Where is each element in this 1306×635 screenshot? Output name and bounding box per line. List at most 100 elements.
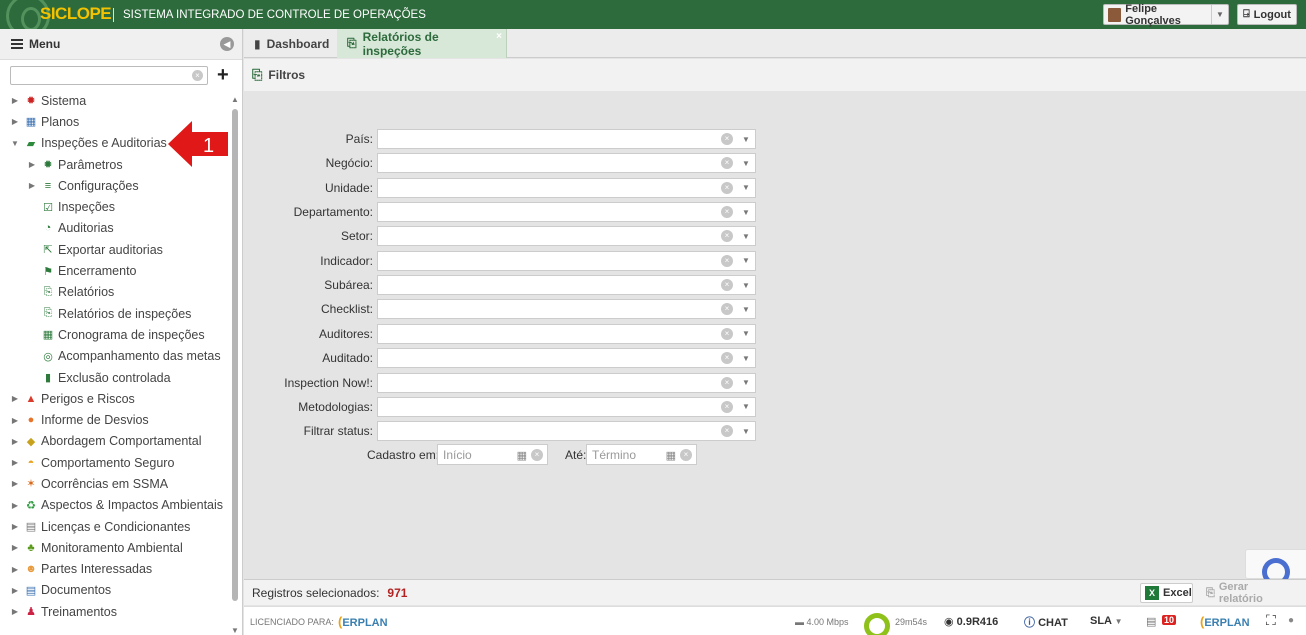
clear-icon[interactable]: × <box>721 230 733 243</box>
chevron-down-icon[interactable]: ▼ <box>737 179 755 197</box>
chevron-down-icon[interactable]: ▼ <box>737 252 755 270</box>
sidebar-item[interactable]: ▶ ♣ Monitoramento Ambiental <box>0 537 230 558</box>
docs-icon: ▤ <box>25 584 37 597</box>
sidebar-item-label: Relatórios de inspeções <box>58 306 192 321</box>
clear-icon[interactable]: × <box>721 425 733 438</box>
caret-right-icon[interactable]: ▶ <box>10 437 20 446</box>
start-date-input[interactable]: Início ▦ × <box>437 444 548 465</box>
caret-right-icon[interactable]: ▶ <box>10 586 20 595</box>
filter-select[interactable]: × ▼ <box>377 421 756 442</box>
sidebar-item[interactable]: ▶ ♻ Aspectos & Impactos Ambientais <box>0 495 230 516</box>
clear-icon[interactable]: × <box>721 254 733 267</box>
filter-label: Checklist: <box>320 302 373 317</box>
filter-select[interactable]: × ▼ <box>377 323 756 344</box>
folder-icon: ▰ <box>26 137 36 150</box>
end-date-input[interactable]: Término ▦ × <box>586 444 697 465</box>
excel-button[interactable]: X Excel <box>1140 583 1193 603</box>
filter-select[interactable]: × ▼ <box>377 226 756 247</box>
recaptcha-badge[interactable] <box>1245 549 1306 586</box>
sidebar-item[interactable]: ▶ ▤ Documentos <box>0 580 230 601</box>
sidebar-item-label: Exportar auditorias <box>58 242 163 257</box>
calendar-icon[interactable]: ▦ <box>517 449 527 462</box>
add-button[interactable]: + <box>217 65 229 85</box>
collapse-sidebar-icon[interactable]: ◀ <box>220 37 234 51</box>
sidebar-item[interactable]: ▶ ✶ Ocorrências em SSMA <box>0 473 230 494</box>
chevron-down-icon[interactable]: ▼ <box>737 300 755 318</box>
schedule-icon: ▦ <box>42 329 54 342</box>
sla-dropdown[interactable]: SLA ▼ <box>1090 615 1123 627</box>
user-menu-button[interactable]: Felipe Gonçalves ▼ <box>1103 3 1229 27</box>
chevron-down-icon[interactable]: ▼ <box>737 203 755 221</box>
scroll-up-icon[interactable]: ▲ <box>231 95 239 104</box>
clear-icon[interactable]: × <box>721 400 733 413</box>
caret-right-icon[interactable]: ▶ <box>10 522 20 531</box>
filter-select[interactable]: × ▼ <box>377 177 756 198</box>
caret-right-icon[interactable]: ▶ <box>10 416 20 425</box>
caret-right-icon[interactable]: ▶ <box>27 181 37 190</box>
chat-button[interactable]: ⓘ CHAT <box>1024 614 1068 630</box>
generate-report-button[interactable]: ⎘ Gerar relatório <box>1202 581 1292 605</box>
clear-icon[interactable]: × <box>192 69 203 81</box>
caret-down-icon[interactable]: ▼ <box>10 139 20 148</box>
calendar-icon[interactable]: ▦ <box>666 449 676 462</box>
logout-button[interactable]: ⍈ Logout <box>1237 4 1297 25</box>
caret-right-icon[interactable]: ▶ <box>10 565 20 574</box>
hamburger-icon[interactable] <box>11 39 23 49</box>
filter-select[interactable]: × ▼ <box>377 396 756 417</box>
caret-right-icon[interactable]: ▶ <box>10 117 20 126</box>
chevron-down-icon[interactable]: ▼ <box>737 398 755 416</box>
calculator-icon[interactable]: ▤ <box>1146 615 1156 628</box>
chevron-down-icon[interactable]: ▼ <box>737 349 755 367</box>
chevron-down-icon[interactable]: ▼ <box>1210 5 1228 24</box>
chevron-down-icon[interactable]: ▼ <box>737 374 755 392</box>
menu-search-input[interactable]: × <box>10 65 208 85</box>
close-icon[interactable]: × <box>496 31 502 42</box>
chevron-down-icon[interactable]: ▼ <box>737 325 755 343</box>
filter-select[interactable]: × ▼ <box>377 129 756 149</box>
clear-icon[interactable]: × <box>721 279 733 292</box>
caret-right-icon[interactable]: ▶ <box>10 501 20 510</box>
chevron-down-icon[interactable]: ▼ <box>737 227 755 245</box>
clear-icon[interactable]: × <box>721 206 733 219</box>
scroll-down-icon[interactable]: ▼ <box>231 626 239 635</box>
clear-icon[interactable]: × <box>721 157 733 170</box>
filter-select[interactable]: × ▼ <box>377 372 756 393</box>
filter-select[interactable]: × ▼ <box>377 348 756 369</box>
notification-badge[interactable]: 10 <box>1162 615 1177 625</box>
clear-icon[interactable]: × <box>721 352 733 365</box>
caret-right-icon[interactable]: ▶ <box>10 394 20 403</box>
clear-icon[interactable]: × <box>721 327 733 340</box>
sidebar-item[interactable]: ▶ ☻ Partes Interessadas <box>0 559 230 580</box>
sidebar-item-label: Partes Interessadas <box>41 562 153 577</box>
caret-right-icon[interactable]: ▶ <box>10 458 20 467</box>
clear-icon[interactable]: × <box>531 449 543 461</box>
clear-icon[interactable]: × <box>721 303 733 316</box>
sidebar-item[interactable]: ▶ ✹ Sistema <box>0 90 230 111</box>
filter-select[interactable]: × ▼ <box>377 250 756 271</box>
chevron-down-icon[interactable]: ▼ <box>737 130 755 148</box>
sidebar-item[interactable]: ▶ ▤ Licenças e Condicionantes <box>0 516 230 537</box>
caret-right-icon[interactable]: ▶ <box>10 479 20 488</box>
caret-right-icon[interactable]: ▶ <box>10 96 20 105</box>
tab-relatorios-inspecoes[interactable]: ⎘ Relatórios de inspeções × <box>337 29 507 58</box>
chevron-down-icon[interactable]: ▼ <box>737 276 755 294</box>
filter-select[interactable]: × ▼ <box>377 202 756 223</box>
tab-dashboard[interactable]: ▮ Dashboard <box>244 29 335 58</box>
filter-label: Setor: <box>340 229 373 244</box>
clear-icon[interactable]: × <box>721 376 733 389</box>
sidebar-item[interactable]: ▶ ◓ Comportamento Seguro <box>0 452 230 473</box>
caret-right-icon[interactable]: ▶ <box>10 543 20 552</box>
filter-select[interactable]: × ▼ <box>377 153 756 174</box>
filter-select[interactable]: × ▼ <box>377 299 756 320</box>
clear-icon[interactable]: × <box>721 181 733 194</box>
sidebar-item[interactable]: ▶ ♟ Treinamentos <box>0 601 230 622</box>
clear-icon[interactable]: × <box>721 133 733 145</box>
caret-right-icon[interactable]: ▶ <box>10 607 20 616</box>
caret-right-icon[interactable]: ▶ <box>27 160 37 169</box>
clear-icon[interactable]: × <box>680 449 692 461</box>
top-header: SICLOPE SISTEMA INTEGRADO DE CONTROLE DE… <box>0 0 1306 38</box>
chevron-down-icon[interactable]: ▼ <box>737 422 755 440</box>
filter-select[interactable]: × ▼ <box>377 275 756 296</box>
chevron-down-icon[interactable]: ▼ <box>737 154 755 172</box>
fullscreen-icon[interactable]: ⛶ <box>1266 612 1276 629</box>
